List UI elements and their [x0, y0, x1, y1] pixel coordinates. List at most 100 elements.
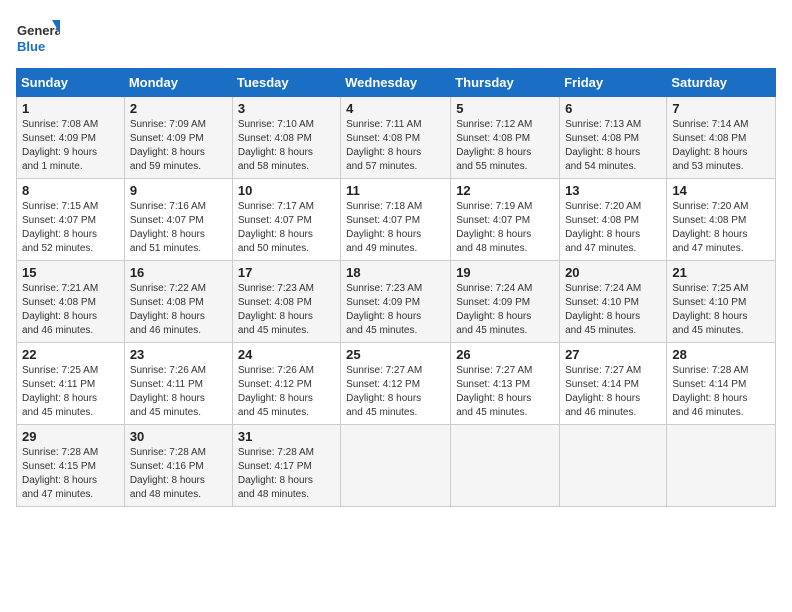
day-info: Sunrise: 7:11 AM Sunset: 4:08 PM Dayligh…: [346, 118, 445, 174]
calendar-cell: 31Sunrise: 7:28 AM Sunset: 4:17 PM Dayli…: [232, 425, 340, 507]
week-row-5: 29 Sunrise: 7:28 AM Sunset: 4:15 PM Dayli…: [17, 425, 776, 507]
day-header-saturday: Saturday: [667, 69, 776, 97]
day-number: 22: [22, 347, 119, 362]
day-header-thursday: Thursday: [451, 69, 560, 97]
calendar-cell: 9 Sunrise: 7:16 AM Sunset: 4:07 PM Daylig…: [124, 179, 232, 261]
page-header: General Blue: [16, 16, 776, 60]
day-info: Sunrise: 7:21 AM Sunset: 4:08 PM Dayligh…: [22, 282, 119, 338]
day-info: Sunrise: 7:27 AM Sunset: 4:12 PM Dayligh…: [346, 364, 445, 420]
day-number: 28: [672, 347, 770, 362]
calendar-cell: 11 Sunrise: 7:18 AM Sunset: 4:07 PM Dayli…: [341, 179, 451, 261]
day-info: Sunrise: 7:27 AM Sunset: 4:13 PM Dayligh…: [456, 364, 554, 420]
calendar-cell: 20 Sunrise: 7:24 AM Sunset: 4:10 PM Dayli…: [560, 261, 667, 343]
day-number: 26: [456, 347, 554, 362]
week-row-2: 8Sunrise: 7:15 AM Sunset: 4:07 PM Daylig…: [17, 179, 776, 261]
day-info: Sunrise: 7:17 AM Sunset: 4:07 PM Dayligh…: [238, 200, 335, 256]
day-number: 24: [238, 347, 335, 362]
day-header-friday: Friday: [560, 69, 667, 97]
calendar-cell: 17 Sunrise: 7:23 AM Sunset: 4:08 PM Dayli…: [232, 261, 340, 343]
day-header-sunday: Sunday: [17, 69, 125, 97]
day-info: Sunrise: 7:14 AM Sunset: 4:08 PM Dayligh…: [672, 118, 770, 174]
calendar-cell: 10 Sunrise: 7:17 AM Sunset: 4:07 PM Dayli…: [232, 179, 340, 261]
calendar-cell: 19Sunrise: 7:24 AM Sunset: 4:09 PM Dayli…: [451, 261, 560, 343]
calendar-cell: 16Sunrise: 7:22 AM Sunset: 4:08 PM Dayli…: [124, 261, 232, 343]
day-header-tuesday: Tuesday: [232, 69, 340, 97]
day-number: 3: [238, 101, 335, 116]
day-number: 10: [238, 183, 335, 198]
logo-svg: General Blue: [16, 16, 60, 60]
day-number: 6: [565, 101, 661, 116]
day-number: 7: [672, 101, 770, 116]
calendar-cell: 29 Sunrise: 7:28 AM Sunset: 4:15 PM Dayli…: [17, 425, 125, 507]
day-number: 29: [22, 429, 119, 444]
calendar-cell: 5 Sunrise: 7:12 AM Sunset: 4:08 PM Daylig…: [451, 97, 560, 179]
day-number: 14: [672, 183, 770, 198]
day-number: 20: [565, 265, 661, 280]
calendar-cell: 13Sunrise: 7:20 AM Sunset: 4:08 PM Dayli…: [560, 179, 667, 261]
day-number: 1: [22, 101, 119, 116]
day-info: Sunrise: 7:23 AM Sunset: 4:09 PM Dayligh…: [346, 282, 445, 338]
calendar-cell: 22 Sunrise: 7:25 AM Sunset: 4:11 PM Dayli…: [17, 343, 125, 425]
day-info: Sunrise: 7:13 AM Sunset: 4:08 PM Dayligh…: [565, 118, 661, 174]
calendar-cell: 24 Sunrise: 7:26 AM Sunset: 4:12 PM Dayli…: [232, 343, 340, 425]
day-info: Sunrise: 7:28 AM Sunset: 4:16 PM Dayligh…: [130, 446, 227, 502]
day-info: Sunrise: 7:22 AM Sunset: 4:08 PM Dayligh…: [130, 282, 227, 338]
calendar-cell: 26 Sunrise: 7:27 AM Sunset: 4:13 PM Dayli…: [451, 343, 560, 425]
day-info: Sunrise: 7:25 AM Sunset: 4:10 PM Dayligh…: [672, 282, 770, 338]
calendar-cell: 7 Sunrise: 7:14 AM Sunset: 4:08 PM Daylig…: [667, 97, 776, 179]
day-info: Sunrise: 7:12 AM Sunset: 4:08 PM Dayligh…: [456, 118, 554, 174]
calendar-cell: 25 Sunrise: 7:27 AM Sunset: 4:12 PM Dayli…: [341, 343, 451, 425]
calendar-cell: 21Sunrise: 7:25 AM Sunset: 4:10 PM Dayli…: [667, 261, 776, 343]
week-row-3: 15 Sunrise: 7:21 AM Sunset: 4:08 PM Dayli…: [17, 261, 776, 343]
day-number: 23: [130, 347, 227, 362]
calendar-cell: 23 Sunrise: 7:26 AM Sunset: 4:11 PM Dayli…: [124, 343, 232, 425]
calendar-cell: 27 Sunrise: 7:27 AM Sunset: 4:14 PM Dayli…: [560, 343, 667, 425]
day-header-wednesday: Wednesday: [341, 69, 451, 97]
calendar-cell: 12Sunrise: 7:19 AM Sunset: 4:07 PM Dayli…: [451, 179, 560, 261]
day-number: 30: [130, 429, 227, 444]
day-number: 17: [238, 265, 335, 280]
day-info: Sunrise: 7:18 AM Sunset: 4:07 PM Dayligh…: [346, 200, 445, 256]
day-info: Sunrise: 7:08 AM Sunset: 4:09 PM Dayligh…: [22, 118, 119, 174]
day-number: 4: [346, 101, 445, 116]
calendar-table: SundayMondayTuesdayWednesdayThursdayFrid…: [16, 68, 776, 507]
calendar-cell: [451, 425, 560, 507]
day-info: Sunrise: 7:28 AM Sunset: 4:17 PM Dayligh…: [238, 446, 335, 502]
day-number: 11: [346, 183, 445, 198]
logo: General Blue: [16, 16, 60, 60]
day-info: Sunrise: 7:15 AM Sunset: 4:07 PM Dayligh…: [22, 200, 119, 256]
day-info: Sunrise: 7:16 AM Sunset: 4:07 PM Dayligh…: [130, 200, 227, 256]
day-info: Sunrise: 7:26 AM Sunset: 4:12 PM Dayligh…: [238, 364, 335, 420]
day-number: 2: [130, 101, 227, 116]
calendar-cell: 14Sunrise: 7:20 AM Sunset: 4:08 PM Dayli…: [667, 179, 776, 261]
day-number: 9: [130, 183, 227, 198]
day-info: Sunrise: 7:09 AM Sunset: 4:09 PM Dayligh…: [130, 118, 227, 174]
week-row-4: 22 Sunrise: 7:25 AM Sunset: 4:11 PM Dayli…: [17, 343, 776, 425]
day-info: Sunrise: 7:24 AM Sunset: 4:10 PM Dayligh…: [565, 282, 661, 338]
calendar-cell: 18Sunrise: 7:23 AM Sunset: 4:09 PM Dayli…: [341, 261, 451, 343]
day-number: 27: [565, 347, 661, 362]
calendar-cell: 30 Sunrise: 7:28 AM Sunset: 4:16 PM Dayli…: [124, 425, 232, 507]
day-number: 19: [456, 265, 554, 280]
day-info: Sunrise: 7:10 AM Sunset: 4:08 PM Dayligh…: [238, 118, 335, 174]
calendar-cell: [341, 425, 451, 507]
day-info: Sunrise: 7:20 AM Sunset: 4:08 PM Dayligh…: [565, 200, 661, 256]
calendar-cell: [667, 425, 776, 507]
day-number: 25: [346, 347, 445, 362]
calendar-cell: 28Sunrise: 7:28 AM Sunset: 4:14 PM Dayli…: [667, 343, 776, 425]
day-info: Sunrise: 7:27 AM Sunset: 4:14 PM Dayligh…: [565, 364, 661, 420]
calendar-cell: 3 Sunrise: 7:10 AM Sunset: 4:08 PM Daylig…: [232, 97, 340, 179]
calendar-cell: 15 Sunrise: 7:21 AM Sunset: 4:08 PM Dayli…: [17, 261, 125, 343]
calendar-cell: 8Sunrise: 7:15 AM Sunset: 4:07 PM Daylig…: [17, 179, 125, 261]
day-number: 15: [22, 265, 119, 280]
calendar-cell: 2 Sunrise: 7:09 AM Sunset: 4:09 PM Daylig…: [124, 97, 232, 179]
day-info: Sunrise: 7:28 AM Sunset: 4:15 PM Dayligh…: [22, 446, 119, 502]
day-info: Sunrise: 7:25 AM Sunset: 4:11 PM Dayligh…: [22, 364, 119, 420]
day-info: Sunrise: 7:23 AM Sunset: 4:08 PM Dayligh…: [238, 282, 335, 338]
day-number: 12: [456, 183, 554, 198]
day-info: Sunrise: 7:26 AM Sunset: 4:11 PM Dayligh…: [130, 364, 227, 420]
svg-text:General: General: [17, 23, 60, 38]
day-header-monday: Monday: [124, 69, 232, 97]
calendar-cell: 1 Sunrise: 7:08 AM Sunset: 4:09 PM Daylig…: [17, 97, 125, 179]
day-number: 5: [456, 101, 554, 116]
